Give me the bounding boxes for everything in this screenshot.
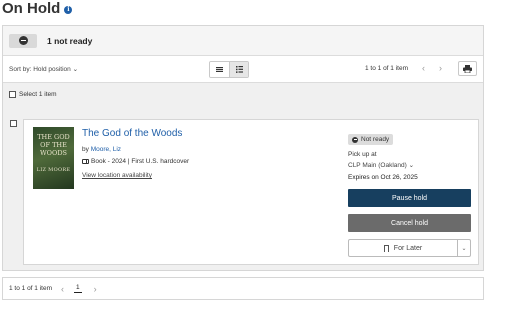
results-count: 1 to 1 of 1 item	[365, 65, 408, 72]
chevron-down-icon: ⌄	[72, 66, 79, 73]
author-line: by Moore, Liz	[82, 146, 121, 153]
cover-title-line: THE GOD	[37, 133, 70, 141]
page-header: On Hold i	[2, 0, 73, 18]
book-icon	[82, 159, 89, 164]
for-later-label: For Later	[393, 244, 423, 252]
minus-circle-icon	[352, 136, 358, 143]
sort-label: Sort by: Hold position	[9, 66, 71, 73]
minus-circle-icon	[18, 36, 28, 45]
cover-title-line: OF THE	[40, 141, 67, 149]
holds-panel: 1 not ready Sort by: Hold position ⌄ 1 t…	[2, 25, 484, 271]
sort-dropdown[interactable]: Sort by: Hold position ⌄	[9, 65, 78, 73]
footer-previous-arrow[interactable]: ‹	[61, 284, 64, 294]
cover-title-line: WOODS	[39, 149, 67, 157]
current-page-number[interactable]: 1	[74, 284, 82, 293]
pickup-location-value: CLP Main (Oakland)	[348, 162, 407, 169]
book-cover[interactable]: THE GOD OF THE WOODS LIZ MOORE	[33, 127, 74, 189]
shelf-options-dropdown[interactable]: ⌄	[457, 240, 470, 256]
hold-actions: Not ready Pick up at CLP Main (Oakland) …	[348, 127, 472, 257]
pickup-label: Pick up at	[348, 151, 377, 158]
select-all-checkbox[interactable]	[9, 90, 16, 98]
format-text: Book - 2024 | First U.S. hardcover	[91, 158, 190, 165]
for-later-button[interactable]: For Later	[349, 240, 457, 256]
shelf-button-group: For Later ⌄	[348, 239, 471, 257]
format-line: Book - 2024 | First U.S. hardcover	[82, 158, 189, 165]
pickup-location-dropdown[interactable]: CLP Main (Oakland) ⌄	[348, 161, 472, 169]
status-badge-label: Not ready	[361, 136, 390, 143]
footer-results-count: 1 to 1 of 1 item	[9, 285, 52, 292]
print-icon	[463, 64, 472, 73]
cover-author: LIZ MOORE	[36, 167, 71, 173]
chevron-down-icon: ⌄	[408, 162, 415, 169]
status-badge: Not ready	[348, 134, 394, 145]
status-group-label: 1 not ready	[47, 35, 93, 46]
select-all-row: Select 1 item	[3, 83, 483, 105]
book-title-link[interactable]: The God of the Woods	[82, 128, 182, 139]
chevron-down-icon: ⌄	[461, 245, 467, 252]
print-button[interactable]	[458, 61, 477, 76]
select-all-label: Select 1 item	[19, 90, 57, 98]
info-icon[interactable]: i	[64, 5, 73, 14]
by-prefix: by	[82, 146, 89, 153]
list-compact-icon	[216, 67, 223, 72]
item-checkbox[interactable]	[10, 120, 17, 127]
collapse-group-button[interactable]	[9, 33, 37, 48]
list-detail-icon	[235, 66, 243, 73]
previous-page-arrow[interactable]: ‹	[422, 63, 425, 73]
pagination-footer: 1 to 1 of 1 item ‹ 1 ›	[2, 277, 484, 300]
results-toolbar: Sort by: Hold position ⌄ 1 to 1 of 1 ite…	[3, 56, 483, 83]
footer-next-arrow[interactable]: ›	[94, 284, 97, 294]
next-page-arrow[interactable]: ›	[439, 63, 442, 73]
pause-hold-button[interactable]: Pause hold	[348, 189, 471, 207]
cancel-hold-button[interactable]: Cancel hold	[348, 214, 471, 232]
compact-view-button[interactable]	[210, 62, 229, 77]
bookmark-icon	[383, 244, 389, 252]
page-title: On Hold	[2, 0, 61, 17]
status-group-header: 1 not ready	[3, 26, 483, 56]
author-link[interactable]: Moore, Liz	[91, 146, 121, 153]
location-availability-link[interactable]: View location availability	[82, 172, 152, 179]
hold-item-card: THE GOD OF THE WOODS LIZ MOORE The God o…	[23, 119, 479, 265]
expiry-date: Expires on Oct 26, 2025	[348, 174, 418, 181]
view-mode-toggle	[209, 61, 249, 78]
detail-view-button[interactable]	[229, 62, 248, 77]
